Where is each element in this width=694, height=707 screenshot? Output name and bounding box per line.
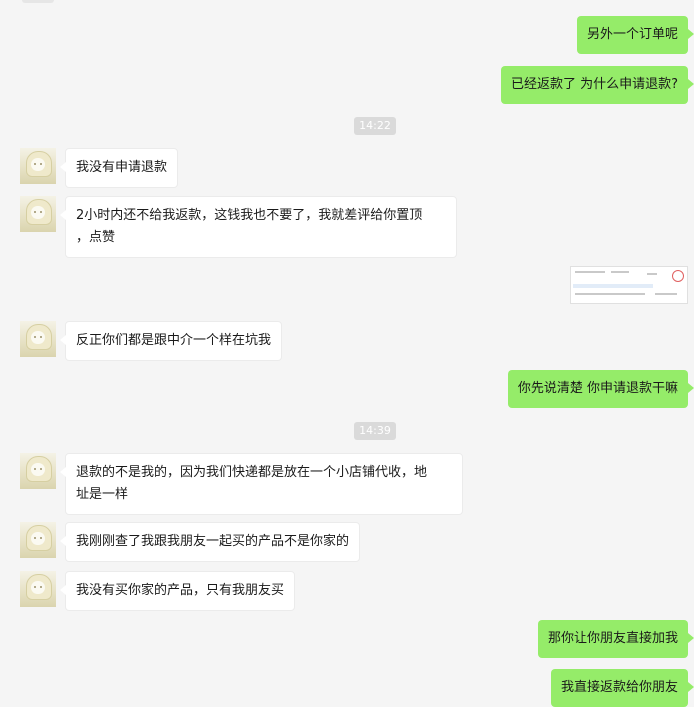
- incoming-message[interactable]: 我没有申请退款: [59, 148, 179, 188]
- outgoing-message[interactable]: 那你让你朋友直接加我: [537, 620, 694, 658]
- incoming-message[interactable]: 我没有买你家的产品，只有我朋友买: [59, 571, 296, 611]
- outgoing-message[interactable]: 已经返款了 为什么申请退款?: [500, 66, 694, 104]
- incoming-message[interactable]: 我刚刚查了我跟我朋友一起买的产品不是你家的: [59, 522, 361, 562]
- timestamp: 14:39: [354, 422, 396, 440]
- incoming-message[interactable]: 2小时内还不给我返款，这钱我也不要了，我就差评给你置顶 ，点赞: [60, 196, 457, 258]
- outgoing-message[interactable]: 另外一个订单呢: [576, 16, 694, 54]
- timestamp: 14:22: [354, 117, 396, 135]
- image-message-thumbnail[interactable]: [570, 266, 688, 304]
- top-fragment: [22, 0, 54, 3]
- contact-avatar[interactable]: [20, 196, 56, 232]
- outgoing-message[interactable]: 我直接返款给你朋友: [550, 669, 694, 707]
- contact-avatar[interactable]: [20, 148, 56, 184]
- outgoing-message[interactable]: 你先说清楚 你申请退款干嘛: [507, 370, 694, 408]
- incoming-message[interactable]: 退款的不是我的，因为我们快递都是放在一个小店铺代收，地 址是一样: [60, 453, 463, 515]
- contact-avatar[interactable]: [20, 321, 56, 357]
- contact-avatar[interactable]: [20, 522, 56, 558]
- contact-avatar[interactable]: [20, 571, 56, 607]
- contact-avatar[interactable]: [20, 453, 56, 489]
- incoming-message[interactable]: 反正你们都是跟中介一个样在坑我: [59, 321, 283, 361]
